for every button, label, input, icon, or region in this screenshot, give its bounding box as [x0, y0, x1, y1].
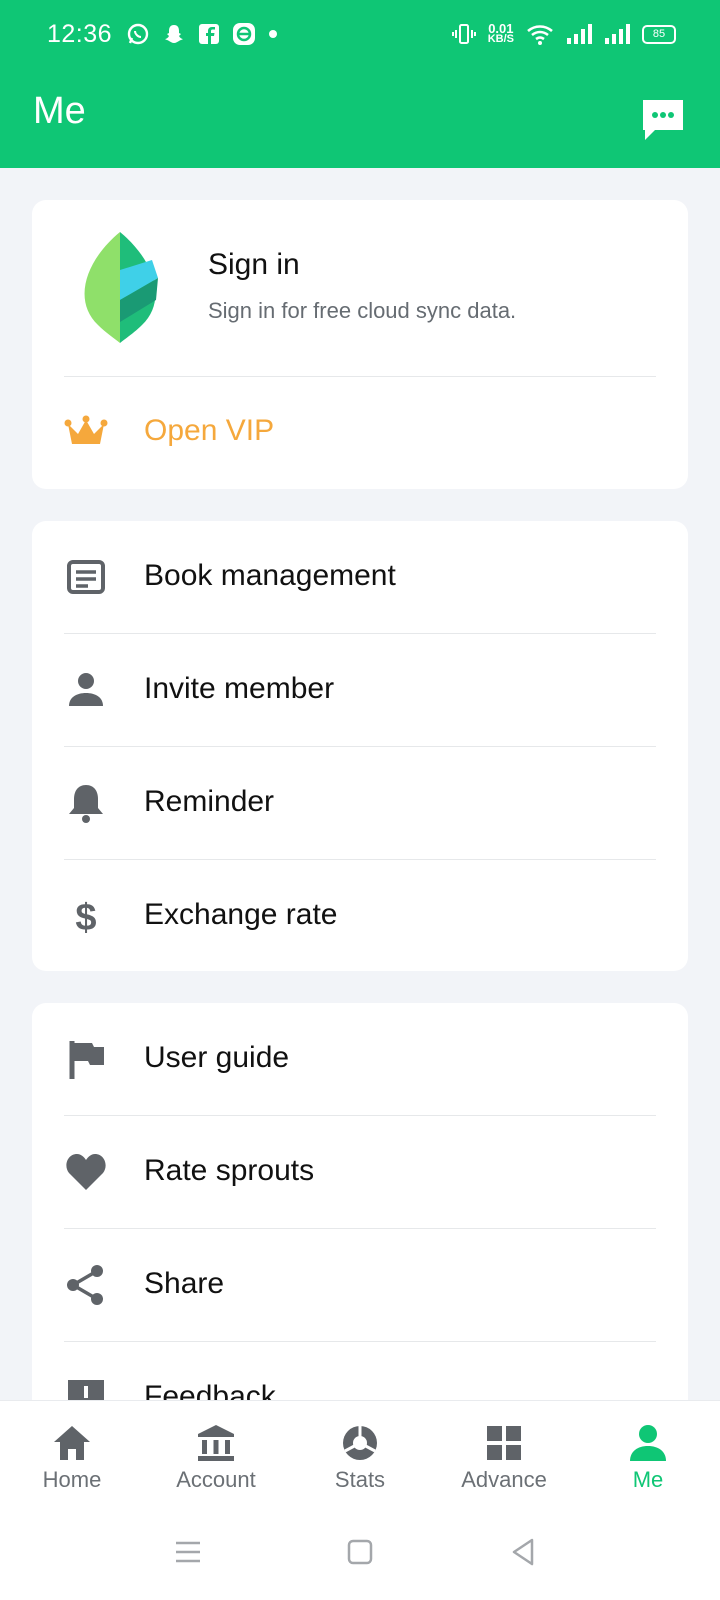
dollar-icon: $: [75, 897, 96, 938]
vibrate-icon: [451, 24, 476, 44]
chat-message-icon[interactable]: [641, 98, 685, 142]
signal-icon: [567, 24, 592, 44]
sign-in-title: Sign in: [208, 248, 300, 281]
menu-item-label: Exchange rate: [144, 898, 338, 931]
menu-item-invite-member[interactable]: Invite member: [32, 634, 688, 747]
signal-icon-2: [605, 24, 630, 44]
menu-icon[interactable]: [170, 1534, 206, 1570]
sprout-logo-icon: [84, 232, 158, 343]
status-time: 12:36: [47, 20, 113, 48]
tab-account[interactable]: Account: [144, 1401, 288, 1509]
tab-advance[interactable]: Advance: [432, 1401, 576, 1509]
settings-card-2: User guide Rate sprouts Share Feedback: [32, 1003, 688, 1423]
menu-item-label: Invite member: [144, 672, 335, 705]
tab-label: Me: [632, 1467, 664, 1492]
net-speed: 0.01 KB/S: [487, 22, 514, 45]
sign-in-subtitle: Sign in for free cloud sync data.: [208, 298, 517, 323]
share-icon: [67, 1265, 103, 1305]
page-title: Me: [33, 90, 86, 132]
open-vip-row[interactable]: Open VIP: [32, 376, 688, 489]
system-status-icons: 0.01 KB/S 85: [451, 22, 676, 46]
notification-icons: [126, 22, 278, 46]
book-icon: [67, 560, 105, 594]
tab-label: Advance: [461, 1467, 547, 1492]
tab-label: Home: [42, 1467, 102, 1492]
tab-home[interactable]: Home: [0, 1401, 144, 1509]
grid-icon: [487, 1426, 521, 1460]
pie-icon: [343, 1425, 377, 1460]
sign-in-row[interactable]: Sign in Sign in for free cloud sync data…: [32, 200, 688, 376]
home-icon: [54, 1426, 90, 1460]
menu-item-label: Book management: [144, 559, 396, 592]
tab-stats[interactable]: Stats: [288, 1401, 432, 1509]
menu-item-share[interactable]: Share: [32, 1229, 688, 1342]
tab-label: Account: [176, 1467, 256, 1492]
menu-item-book-management[interactable]: Book management: [32, 521, 688, 634]
whatsapp-icon: [127, 23, 149, 45]
bank-icon: [198, 1425, 234, 1461]
svg-text:$: $: [75, 897, 96, 938]
settings-card-1: Book management Invite member Reminder $…: [32, 521, 688, 971]
status-bar: 12:36 0.01 KB/S 85: [0, 0, 720, 72]
home-square-icon[interactable]: [342, 1534, 378, 1570]
net-speed-unit: KB/S: [487, 33, 514, 45]
menu-item-label: Reminder: [144, 785, 275, 818]
profile-card: Sign in Sign in for free cloud sync data…: [32, 200, 688, 489]
menu-item-label: User guide: [144, 1041, 290, 1074]
bottom-navigation: Home Account Stats Advance Me: [0, 1400, 720, 1509]
menu-item-user-guide[interactable]: User guide: [32, 1003, 688, 1116]
tab-label: Stats: [334, 1467, 386, 1492]
system-navigation-bar: [0, 1508, 720, 1600]
person-icon: [69, 673, 103, 706]
menu-item-rate-sprouts[interactable]: Rate sprouts: [32, 1116, 688, 1229]
menu-item-exchange-rate[interactable]: $ Exchange rate: [32, 860, 688, 973]
bell-icon: [69, 785, 103, 823]
open-vip-label: Open VIP: [144, 414, 275, 447]
app-notification-icon: [233, 23, 255, 45]
menu-item-label: Share: [144, 1267, 225, 1300]
snapchat-icon: [165, 25, 183, 43]
dot-icon: [269, 30, 277, 38]
battery-indicator: 85: [642, 24, 676, 44]
menu-item-label: Rate sprouts: [144, 1154, 315, 1187]
tab-me[interactable]: Me: [576, 1401, 720, 1509]
crown-icon: [64, 415, 108, 444]
person-icon: [630, 1425, 666, 1461]
back-triangle-icon[interactable]: [506, 1534, 542, 1570]
wifi-icon: [527, 25, 553, 45]
app-header: 12:36 0.01 KB/S 85 Me: [0, 0, 720, 168]
facebook-icon: [199, 24, 219, 44]
flag-icon: [69, 1041, 104, 1079]
heart-icon: [66, 1154, 106, 1190]
menu-item-reminder[interactable]: Reminder: [32, 747, 688, 860]
